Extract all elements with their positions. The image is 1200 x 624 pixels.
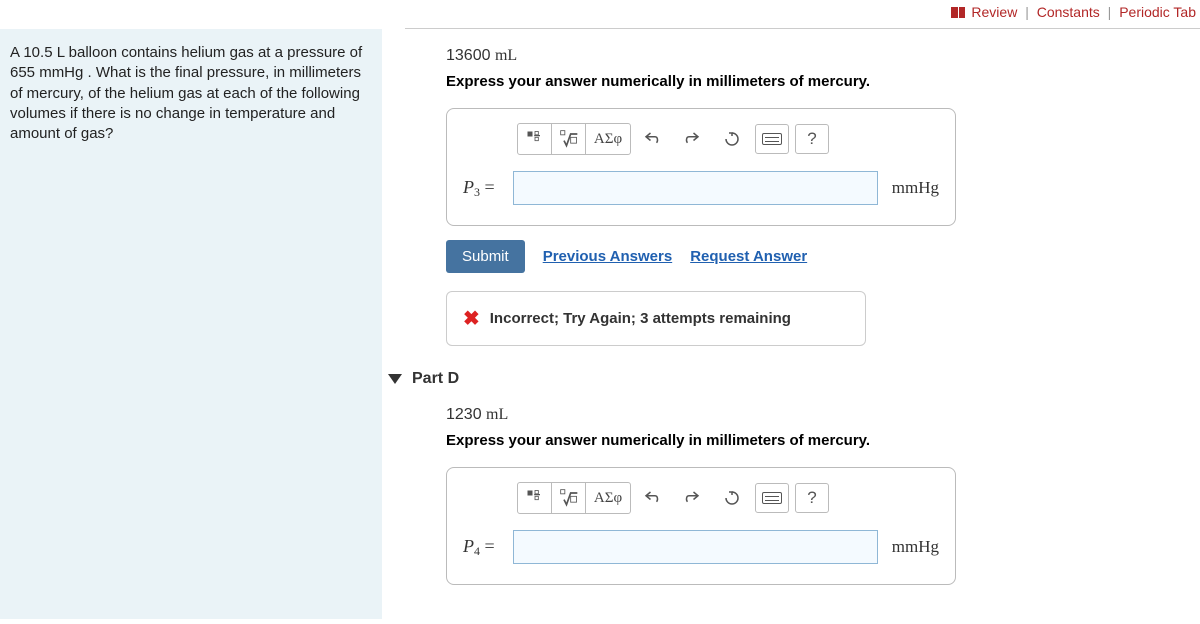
- undo-button[interactable]: [635, 124, 669, 154]
- math-symbols-button[interactable]: [552, 483, 586, 513]
- greek-letters-button[interactable]: ΑΣφ: [586, 124, 630, 154]
- question-text: A 10.5 L balloon contains helium gas at …: [10, 44, 362, 142]
- keyboard-button[interactable]: [755, 483, 789, 513]
- feedback-text: Incorrect; Try Again; 3 attempts remaini…: [490, 310, 791, 327]
- part-d-given-units: mL: [486, 406, 508, 423]
- radical-icon: [559, 488, 579, 508]
- separator: |: [1108, 4, 1112, 20]
- template-icon: [525, 488, 545, 508]
- main-content: 13600 mL Express your answer numerically…: [382, 29, 1200, 619]
- part-d-answer-input[interactable]: [513, 530, 878, 564]
- part-d-title: Part D: [412, 370, 459, 388]
- part-c-instruction: Express your answer numerically in milli…: [446, 73, 1200, 90]
- greek-letters-button[interactable]: ΑΣφ: [586, 483, 630, 513]
- reset-icon: [723, 130, 741, 148]
- part-d-instruction: Express your answer numerically in milli…: [446, 432, 1200, 449]
- part-c-given-value: 13600: [446, 47, 491, 64]
- redo-icon: [683, 489, 701, 507]
- reset-button[interactable]: [715, 124, 749, 154]
- request-answer-link[interactable]: Request Answer: [690, 248, 807, 265]
- periodic-table-link[interactable]: Periodic Tab: [1119, 4, 1196, 20]
- radical-icon: [559, 129, 579, 149]
- templates-button[interactable]: [518, 124, 552, 154]
- part-c-given-units: mL: [495, 47, 517, 64]
- redo-button[interactable]: [675, 483, 709, 513]
- feedback-box: ✖ Incorrect; Try Again; 3 attempts remai…: [446, 291, 866, 346]
- collapse-caret-icon[interactable]: [388, 374, 402, 384]
- part-c-answer-box: ΑΣφ ? P3 =: [446, 108, 956, 226]
- part-c-unit: mmHg: [892, 178, 939, 198]
- separator: |: [1025, 4, 1029, 20]
- review-link[interactable]: Review: [971, 4, 1017, 20]
- equation-toolbar: ΑΣφ ?: [517, 482, 939, 514]
- keyboard-button[interactable]: [755, 124, 789, 154]
- math-symbols-button[interactable]: [552, 124, 586, 154]
- part-c-variable: P3 =: [463, 177, 513, 200]
- constants-link[interactable]: Constants: [1037, 4, 1100, 20]
- template-icon: [525, 129, 545, 149]
- reset-button[interactable]: [715, 483, 749, 513]
- keyboard-icon: [762, 492, 782, 504]
- redo-button[interactable]: [675, 124, 709, 154]
- part-d-answer-box: ΑΣφ ? P4 =: [446, 467, 956, 585]
- keyboard-icon: [762, 133, 782, 145]
- help-button[interactable]: ?: [795, 483, 829, 513]
- templates-button[interactable]: [518, 483, 552, 513]
- book-icon: [951, 7, 965, 18]
- part-c-answer-input[interactable]: [513, 171, 878, 205]
- reset-icon: [723, 489, 741, 507]
- incorrect-icon: ✖: [463, 306, 480, 331]
- submit-button[interactable]: Submit: [446, 240, 525, 273]
- equation-toolbar: ΑΣφ ?: [517, 123, 939, 155]
- undo-button[interactable]: [635, 483, 669, 513]
- redo-icon: [683, 130, 701, 148]
- part-d-unit: mmHg: [892, 537, 939, 557]
- undo-icon: [643, 489, 661, 507]
- previous-answers-link[interactable]: Previous Answers: [543, 248, 673, 265]
- part-d-variable: P4 =: [463, 536, 513, 559]
- undo-icon: [643, 130, 661, 148]
- help-button[interactable]: ?: [795, 124, 829, 154]
- question-panel: A 10.5 L balloon contains helium gas at …: [0, 29, 382, 619]
- part-d-given-value: 1230: [446, 406, 482, 423]
